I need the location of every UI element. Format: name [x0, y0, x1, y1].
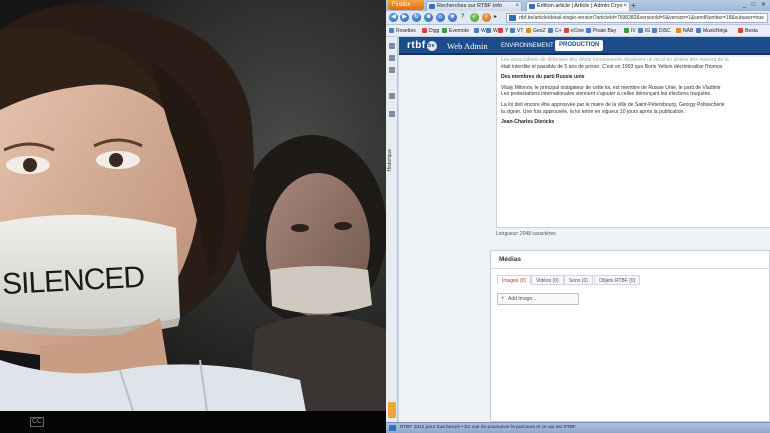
- bookmark-item[interactable]: IG: [638, 27, 650, 35]
- tab-edition-article[interactable]: Edition article | Article | Admin Cryo ×: [526, 1, 630, 11]
- article-text: était interdite et passible de 5 ans de …: [501, 63, 723, 70]
- media-panel: Médias Images (0) Vidéos (0) Sons (0) Ob…: [490, 250, 770, 422]
- navigation-toolbar: ◀ ▶ ↻ ■ ⌂ ★ ? ✓ ! ▸ rtbf.be/article/deta…: [386, 11, 770, 25]
- article-editor[interactable]: Les associations de défenses des droits …: [496, 57, 770, 228]
- stop-icon[interactable]: ■: [424, 13, 433, 22]
- bookmark-item[interactable]: NAB: [676, 27, 693, 35]
- logo-text: rtbf: [407, 40, 426, 51]
- environment-label: ENVIRONNEMENT: [501, 43, 554, 49]
- bookmark-item[interactable]: Digg: [422, 27, 439, 35]
- browser-sidebar: Historique: [386, 37, 398, 422]
- bookmark-item[interactable]: IV: [624, 27, 636, 35]
- bookmark-item[interactable]: DiSC: [652, 27, 671, 35]
- back-icon[interactable]: ◀: [389, 13, 398, 22]
- bookmark-item[interactable]: VT: [510, 27, 523, 35]
- url-text: rtbf.be/article/detail-single-version?ar…: [519, 15, 765, 21]
- tab-label: Recherches sur RTBF Info: [437, 3, 503, 9]
- article-text: Vitaly Milonov, le principal instigateur…: [501, 84, 721, 91]
- bookmark-item[interactable]: Evernote: [442, 27, 469, 35]
- sidebar-icon[interactable]: [389, 93, 395, 99]
- article-text: Les associations de défenses des droits …: [501, 57, 729, 63]
- screen: SILENCED CC Firefox Recherches sur RTBF …: [0, 0, 770, 433]
- tab-sons[interactable]: Sons (0): [564, 275, 593, 285]
- sidebar-icon[interactable]: [389, 111, 395, 117]
- protest-photo: SILENCED: [0, 0, 386, 433]
- status-icon: [389, 425, 396, 431]
- bookmark-item[interactable]: GeoZ: [526, 27, 546, 35]
- firefox-menu-button[interactable]: Firefox: [388, 0, 424, 10]
- article-text: Les protestations internationales vienne…: [501, 91, 712, 98]
- window-controls[interactable]: _ □ ✕: [743, 1, 768, 9]
- addon-icon[interactable]: !: [482, 13, 491, 22]
- tab-recherches[interactable]: Recherches sur RTBF Info ×: [426, 1, 522, 11]
- menu-arrow-icon[interactable]: ▸: [494, 13, 497, 22]
- logo-badge: be: [426, 41, 437, 51]
- bookmark-item[interactable]: Besta: [738, 27, 758, 35]
- bookmark-item[interactable]: W: [486, 27, 498, 35]
- bookmarks-toolbar: Rosettes Digg Evernote W W Y VT GeoZ C+ …: [386, 25, 770, 37]
- sidebar-icon[interactable]: [389, 67, 395, 73]
- admin-favicon-icon: [529, 4, 535, 9]
- sidebar-icon[interactable]: [389, 55, 395, 61]
- reload-icon[interactable]: ↻: [412, 13, 421, 22]
- close-tab-icon[interactable]: ×: [623, 2, 627, 11]
- close-tab-icon[interactable]: ×: [515, 2, 519, 11]
- bookmark-item[interactable]: Pirate Bay: [586, 27, 616, 35]
- environment-badge[interactable]: PRODUCTION: [555, 40, 604, 51]
- video-frame[interactable]: SILENCED CC: [0, 0, 386, 433]
- captions-button[interactable]: CC: [30, 417, 44, 427]
- cms-header: rtbf be Web Admin ENVIRONNEMENT PRODUCTIO…: [399, 37, 770, 55]
- media-title: Médias: [499, 256, 522, 263]
- bookmark-icon[interactable]: ★: [448, 13, 457, 22]
- sidebar-icon[interactable]: [389, 43, 395, 49]
- bookmark-item[interactable]: C+: [548, 27, 562, 35]
- article-author: Jean-Charles Dierickx: [501, 119, 555, 126]
- sidebar-history-label[interactable]: Historique: [387, 149, 393, 172]
- help-icon[interactable]: ?: [461, 13, 464, 22]
- tab-objets-rtbf[interactable]: Objets RTBF (0): [594, 275, 641, 285]
- url-bar[interactable]: rtbf.be/article/detail-single-version?ar…: [506, 13, 768, 23]
- status-bar: RTBF 2012 pour tout besoin • En vue de p…: [386, 422, 770, 433]
- video-control-bar: CC: [0, 411, 386, 433]
- add-image-button[interactable]: Add Image...: [497, 293, 579, 305]
- addon-icon[interactable]: ✓: [470, 13, 479, 22]
- tab-label: Edition article | Article | Admin Cryo: [537, 3, 623, 9]
- page-content: rtbf be Web Admin ENVIRONNEMENT PRODUCTIO…: [399, 37, 770, 422]
- bookmark-item[interactable]: Y: [498, 27, 508, 35]
- rtbf-favicon-icon: [429, 4, 435, 9]
- rtbf-logo[interactable]: rtbf be: [407, 41, 437, 51]
- browser-window: Firefox Recherches sur RTBF Info × Editi…: [386, 0, 770, 433]
- article-subheading: Des membres du parti Russie unie: [501, 74, 585, 81]
- bookmark-item[interactable]: W: [474, 27, 486, 35]
- article-text: La loi doit encore être approuvée par le…: [501, 101, 725, 108]
- tab-images[interactable]: Images (0): [497, 275, 531, 285]
- tab-videos[interactable]: Vidéos (0): [531, 275, 564, 285]
- site-identity-icon: [509, 15, 516, 21]
- new-tab-button[interactable]: +: [631, 2, 639, 10]
- home-icon[interactable]: ⌂: [436, 13, 445, 22]
- article-text: la signer. Une fois approuvée, la loi en…: [501, 108, 685, 115]
- bookmark-item[interactable]: eCine: [564, 27, 584, 35]
- status-text: RTBF 2012 pour tout besoin • En vue de p…: [400, 425, 576, 430]
- forward-icon[interactable]: ▶: [400, 13, 409, 22]
- sidebar-addon-icon[interactable]: [388, 402, 396, 418]
- divider: [491, 268, 770, 269]
- bookmark-item[interactable]: MusicNinja: [696, 27, 727, 35]
- title-bar: Firefox Recherches sur RTBF Info × Editi…: [386, 0, 770, 11]
- bookmark-item[interactable]: Rosettes: [389, 27, 416, 35]
- app-title: Web Admin: [447, 41, 488, 51]
- character-count: Longueur: 2048 caractères: [496, 231, 556, 237]
